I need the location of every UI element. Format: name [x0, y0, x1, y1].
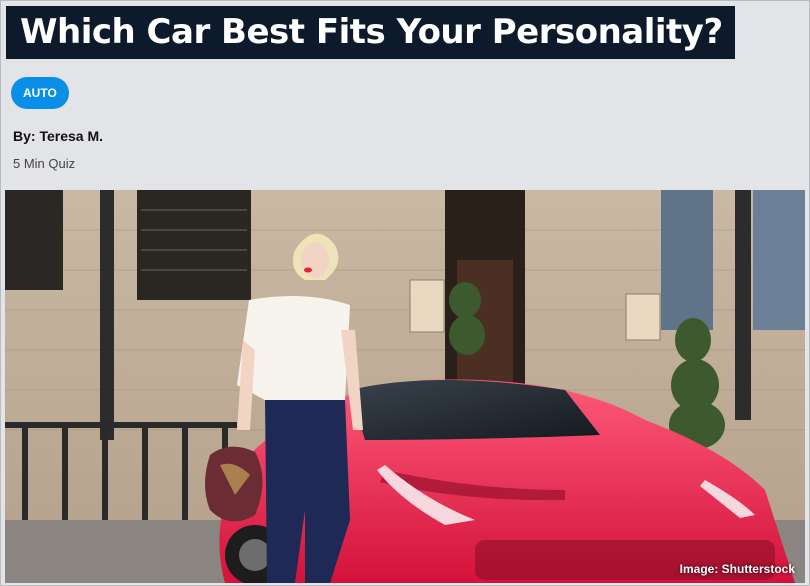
- author-byline: By: Teresa M.: [13, 128, 103, 144]
- image-credit: Image: Shutterstock: [679, 562, 795, 576]
- quiz-title: Which Car Best Fits Your Personality?: [6, 6, 735, 59]
- hero-image[interactable]: Image: Shutterstock: [5, 190, 805, 583]
- hero-illustration: [5, 190, 805, 583]
- category-tag-button[interactable]: AUTO: [11, 77, 69, 109]
- quiz-duration: 5 Min Quiz: [13, 156, 76, 171]
